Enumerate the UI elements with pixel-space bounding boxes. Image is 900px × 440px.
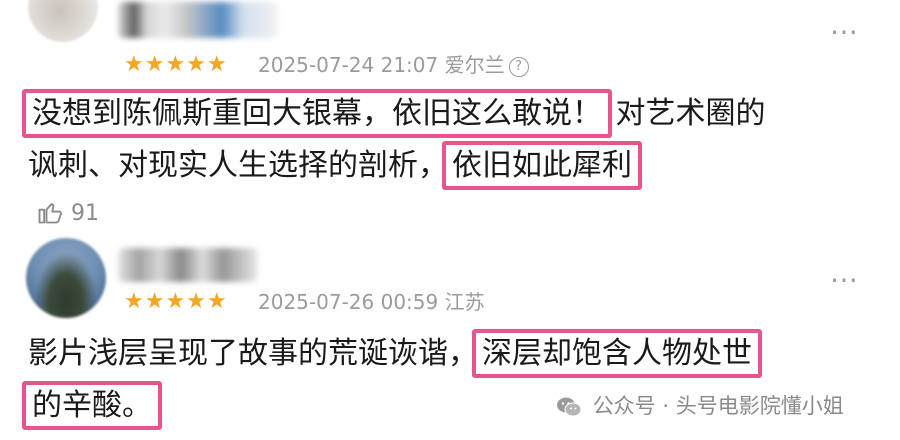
review-text-line: 影片浅层呈现了故事的荒诞诙谐， 深层却饱含人物处世: [28, 329, 762, 378]
like-count: 91: [71, 201, 99, 226]
more-options-icon[interactable]: ⋯: [830, 18, 860, 46]
review-text: 对艺术圈的: [615, 96, 766, 131]
review-date: 2025-07-26 00:59: [258, 290, 439, 314]
reviewer-name-blurred[interactable]: [118, 2, 278, 38]
review-text: 影片浅层呈现了故事的荒诞诙谐，: [28, 336, 478, 371]
highlighted-text: 没想到陈佩斯重回大银幕，依旧这么敢说！: [22, 89, 612, 138]
watermark-text: 公众号 · 头号电影院懂小姐: [592, 394, 844, 418]
highlighted-text: 依旧如此犀利: [442, 141, 642, 190]
info-icon[interactable]: ?: [508, 57, 529, 77]
like-button[interactable]: 91: [36, 198, 99, 229]
reviewer-avatar[interactable]: [28, 0, 98, 42]
review-meta: 2025-07-26 00:59 江苏: [258, 289, 485, 315]
review-location: 爱尔兰: [444, 53, 505, 77]
review-text: 讽刺、对现实人生选择的剖析，: [28, 148, 448, 183]
more-options-icon[interactable]: ⋯: [830, 266, 860, 294]
review-text-line: 的辛酸。: [22, 381, 162, 430]
review-text-line: 讽刺、对现实人生选择的剖析， 依旧如此犀利: [28, 141, 642, 190]
star-rating: ★★★★★: [124, 52, 228, 77]
wechat-icon: [557, 397, 582, 417]
highlighted-text: 深层却饱含人物处世: [472, 329, 762, 378]
star-rating: ★★★★★: [124, 289, 228, 314]
thumbs-up-icon: [38, 203, 62, 224]
reviewer-avatar[interactable]: [26, 238, 106, 318]
highlighted-text: 的辛酸。: [22, 381, 162, 430]
review-date: 2025-07-24 21:07: [258, 53, 439, 77]
review-meta: 2025-07-24 21:07 爱尔兰?: [258, 52, 529, 78]
review-text-line: 没想到陈佩斯重回大银幕，依旧这么敢说！ 对艺术圈的: [22, 89, 766, 138]
watermark: 公众号 · 头号电影院懂小姐: [556, 390, 844, 420]
reviewer-name-blurred[interactable]: [118, 248, 258, 282]
review-location: 江苏: [444, 290, 485, 314]
